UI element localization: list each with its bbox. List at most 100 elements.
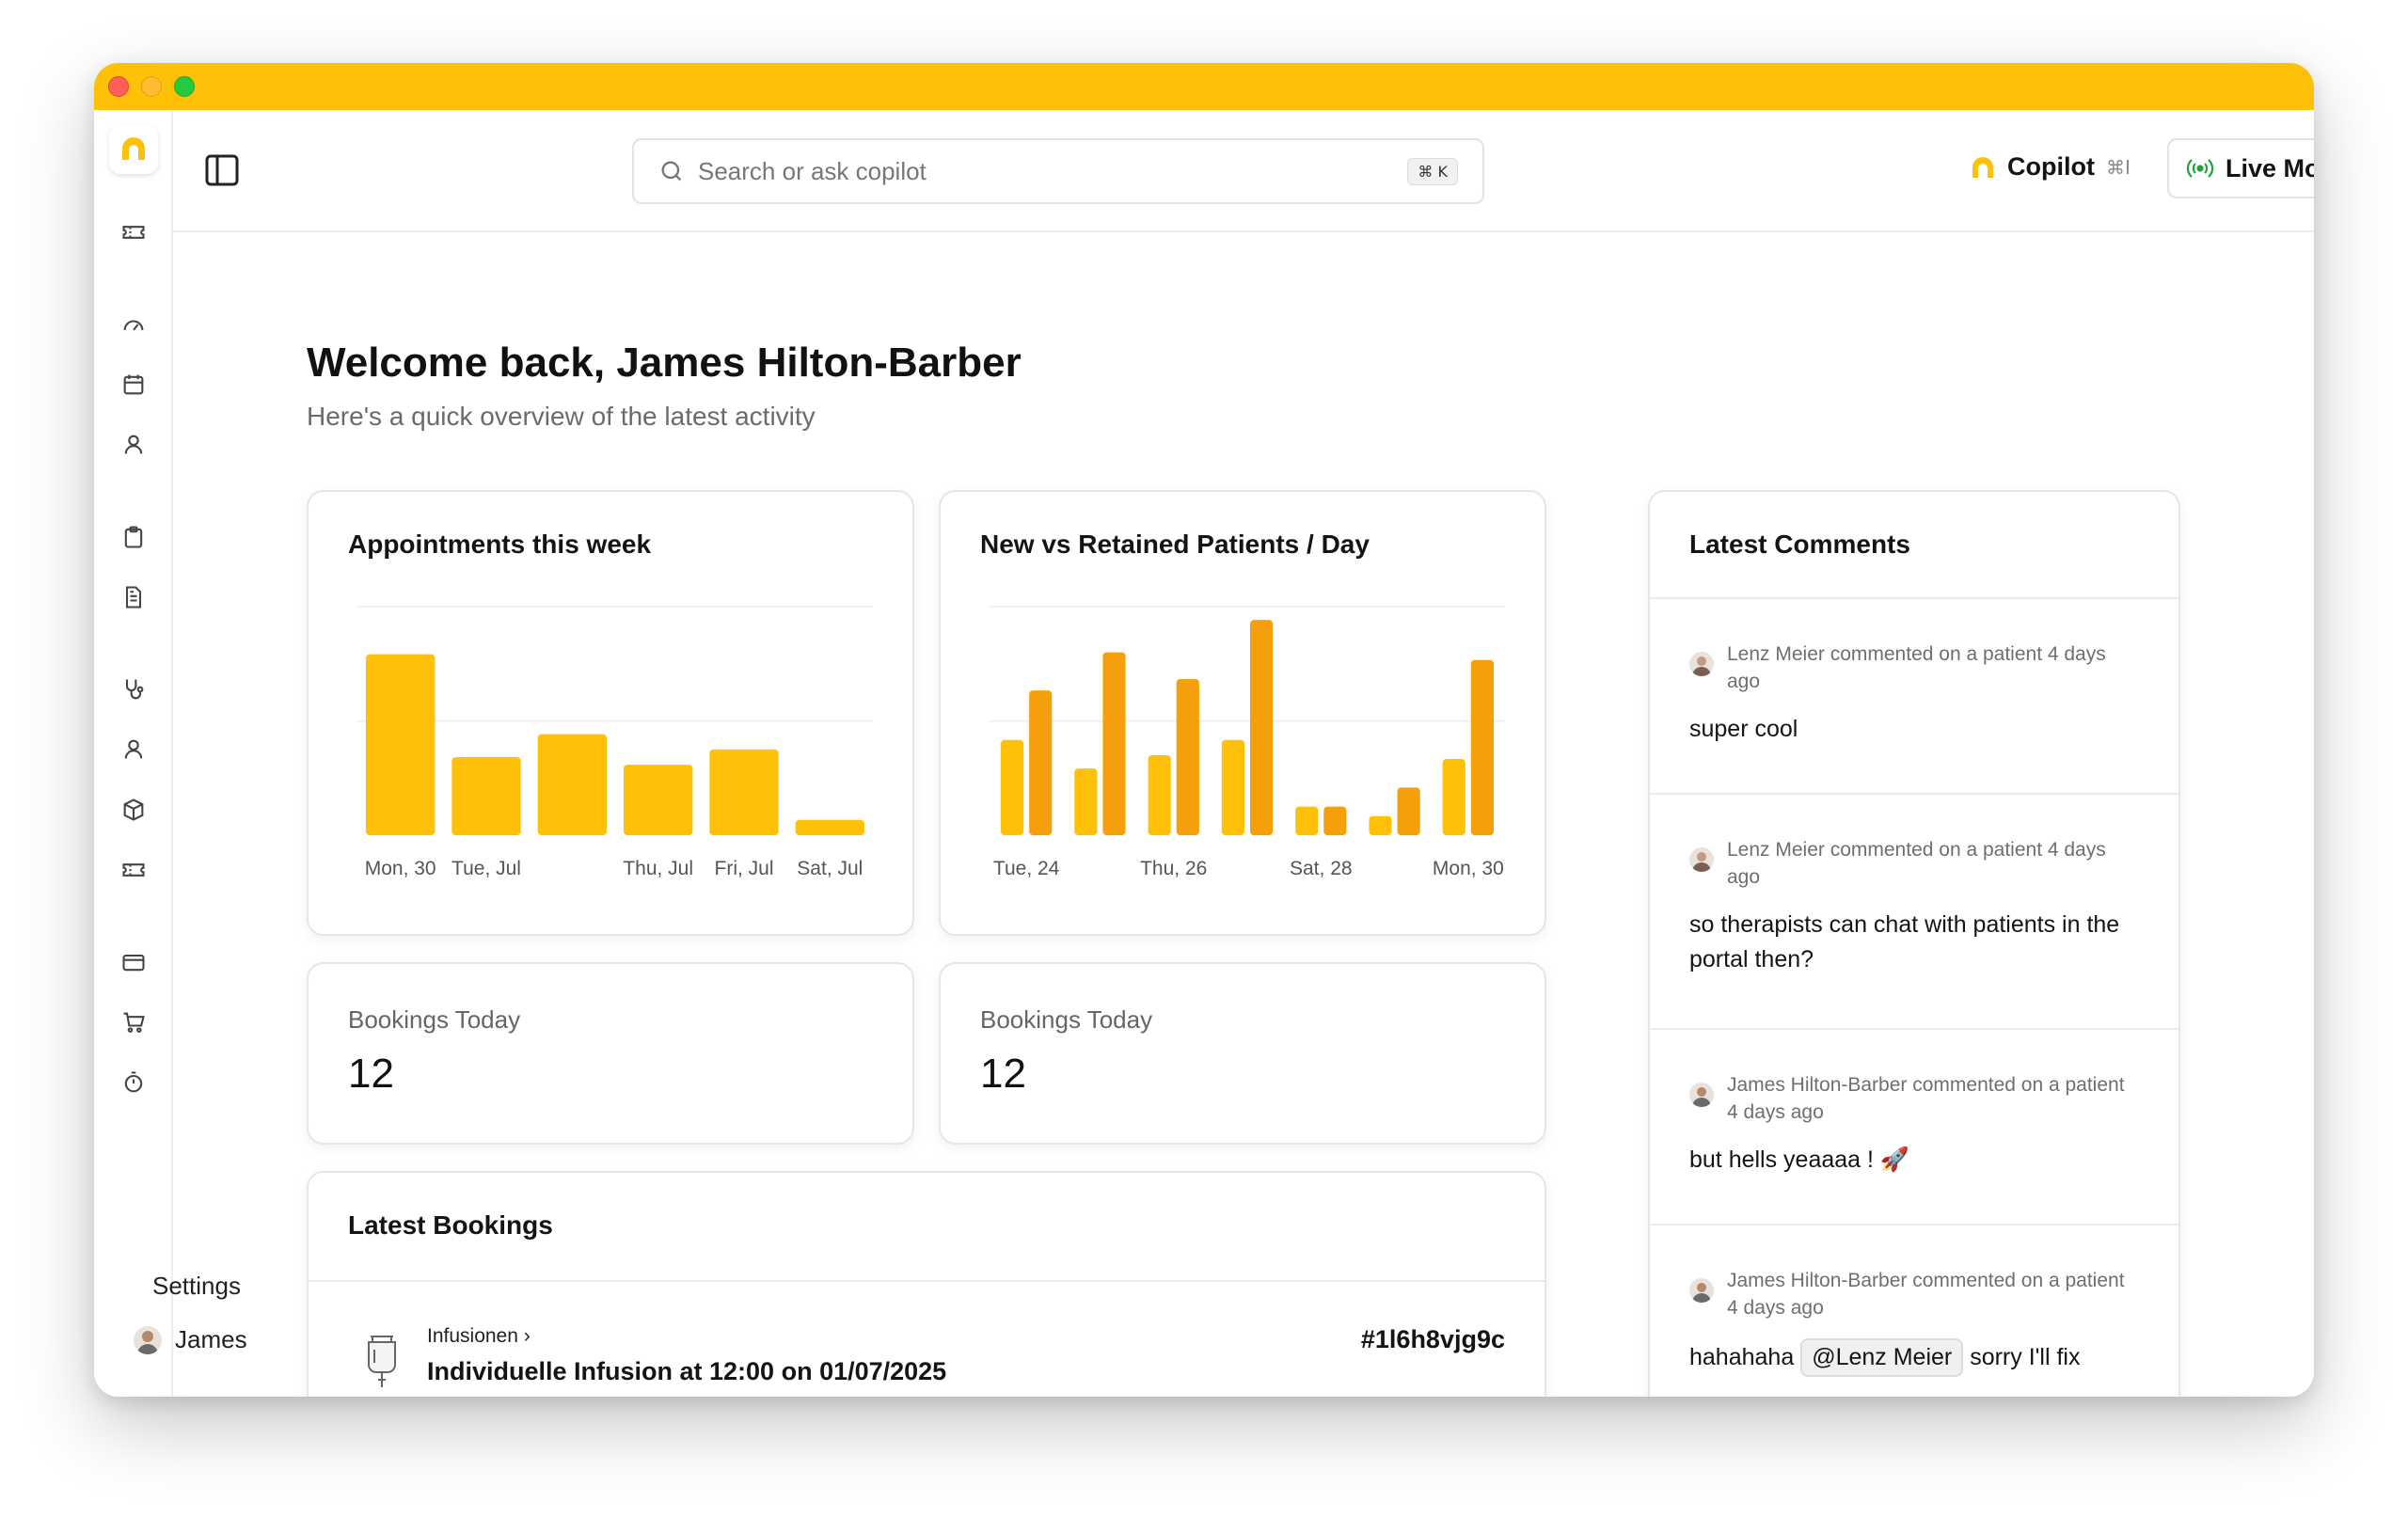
clipboard-icon[interactable]: [120, 524, 147, 550]
stethoscope-icon[interactable]: [120, 676, 147, 703]
comment-item[interactable]: James Hilton-Barber commented on a patie…: [1650, 1225, 2178, 1397]
bar[interactable]: [366, 654, 436, 835]
avatar: [1689, 1278, 1714, 1303]
avatar: [134, 1325, 162, 1354]
bar[interactable]: [1323, 806, 1347, 835]
comment-item[interactable]: Lenz Meier commented on a patient 4 days…: [1650, 795, 2178, 1030]
avatar: [1689, 1083, 1714, 1107]
booking-title: Individuelle Infusion at 12:00 on 01/07/…: [427, 1357, 947, 1385]
retained-bar-chart: Tue, 24 Thu, 26 Sat, 28 Mon, 30: [990, 606, 1505, 879]
comment-body: super cool: [1689, 716, 1798, 742]
booking-id: #1l6h8vjg9c: [1360, 1325, 1505, 1353]
comment-body: so therapists can chat with patients in …: [1689, 911, 2120, 972]
tick-label: Mon, 30: [365, 858, 436, 879]
app-window: Settings James ⌘ K Copilot ⌘I Live Mode: [94, 63, 2314, 1397]
bar[interactable]: [1250, 620, 1274, 835]
close-window-button[interactable]: [108, 76, 129, 97]
copilot-icon: [1972, 156, 1993, 178]
package-icon[interactable]: [120, 797, 147, 823]
mention-chip[interactable]: @Lenz Meier: [1800, 1338, 1964, 1377]
retained-chart-card: New vs Retained Patients / Day Tue, 24 Th…: [939, 490, 1546, 936]
cart-icon[interactable]: [120, 1009, 147, 1036]
bar[interactable]: [1176, 678, 1199, 835]
tick-label: Thu, Jul: [623, 858, 693, 879]
live-mode-label: Live Mode: [2225, 153, 2314, 182]
zoom-window-button[interactable]: [174, 76, 195, 97]
bar[interactable]: [1470, 659, 1494, 835]
gauge-icon[interactable]: [120, 311, 147, 338]
sidebar-toggle-icon[interactable]: [203, 151, 241, 189]
comments-header: Latest Comments: [1650, 492, 2178, 599]
credit-card-icon[interactable]: [120, 949, 147, 975]
comment-author: Lenz Meier commented on a patient 4 days…: [1727, 643, 2106, 692]
app-logo[interactable]: [109, 125, 158, 174]
comment-text: hahahaha: [1689, 1344, 1795, 1370]
tick-label: Sat, 28: [1290, 858, 1353, 879]
logo-icon: [122, 137, 145, 160]
bar[interactable]: [1295, 806, 1319, 835]
stat-value: 12: [348, 1051, 394, 1097]
appointments-bar-chart: Mon, 30 Tue, Jul Thu, Jul Fri, Jul Sat, Jul: [357, 606, 873, 879]
document-icon[interactable]: [120, 584, 147, 610]
copilot-button[interactable]: Copilot ⌘I: [1970, 152, 2131, 182]
bar[interactable]: [1074, 768, 1098, 835]
bar[interactable]: [1102, 652, 1126, 835]
page-subtitle: Here's a quick overview of the latest ac…: [307, 402, 816, 431]
comment-text: sorry I'll fix: [1970, 1344, 2081, 1370]
appointments-chart-card: Appointments this week Mon, 30 Tue, Jul Th…: [307, 490, 914, 936]
live-mode-button[interactable]: Live Mode: [2167, 138, 2314, 198]
live-broadcast-icon: [2186, 159, 2214, 178]
copilot-shortcut: ⌘I: [2105, 155, 2131, 179]
comment-author: James Hilton-Barber commented on a patie…: [1727, 1270, 2125, 1319]
search-input[interactable]: [698, 156, 1408, 186]
bar[interactable]: [452, 756, 521, 835]
latest-comments-title: Latest Comments: [1689, 530, 1910, 559]
infusion-bag-icon: [368, 1336, 396, 1387]
bar[interactable]: [1221, 739, 1244, 835]
ticket-icon[interactable]: [120, 857, 147, 883]
bar[interactable]: [709, 749, 779, 835]
bookings-today-card: Bookings Today 12: [939, 962, 1546, 1145]
title-bar: [94, 63, 2314, 110]
avatar: [1689, 847, 1714, 872]
latest-bookings-card: Latest Bookings Infusionen › Individuell…: [307, 1171, 1546, 1397]
timer-icon[interactable]: [120, 1069, 147, 1096]
bar[interactable]: [795, 819, 864, 835]
stat-label: Bookings Today: [348, 1005, 521, 1034]
latest-bookings-title: Latest Bookings: [348, 1210, 553, 1240]
bookings-today-card: Bookings Today 12: [307, 962, 914, 1145]
comment-body: hahahaha @Lenz Meier sorry I'll fix: [1689, 1338, 2160, 1377]
comment-author: Lenz Meier commented on a patient 4 days…: [1727, 839, 2106, 888]
bar[interactable]: [1029, 690, 1053, 835]
tick-label: Tue, 24: [993, 858, 1060, 879]
top-bar: ⌘ K Copilot ⌘I Live Mode: [173, 110, 2314, 232]
comment-item[interactable]: Lenz Meier commented on a patient 4 days…: [1650, 599, 2178, 795]
bar[interactable]: [1369, 815, 1392, 835]
tick-label: Mon, 30: [1433, 858, 1504, 879]
bar[interactable]: [624, 765, 693, 835]
bar[interactable]: [537, 734, 607, 835]
sidebar: [94, 110, 173, 1397]
minimize-window-button[interactable]: [141, 76, 162, 97]
divider: [309, 1280, 1545, 1282]
comment-author: James Hilton-Barber commented on a patie…: [1727, 1074, 2125, 1123]
booking-category-link[interactable]: Infusionen ›: [427, 1325, 531, 1348]
bar[interactable]: [1001, 739, 1024, 835]
bar[interactable]: [1397, 787, 1420, 835]
user-icon[interactable]: [120, 736, 147, 763]
stat-value: 12: [980, 1051, 1026, 1097]
comment-item[interactable]: James Hilton-Barber commented on a patie…: [1650, 1030, 2178, 1225]
calendar-icon[interactable]: [120, 372, 147, 398]
search-bar[interactable]: ⌘ K: [632, 138, 1484, 204]
main-content: Welcome back, James Hilton-Barber Here's…: [173, 234, 2314, 1397]
ticket-icon[interactable]: [120, 219, 147, 245]
bar[interactable]: [1148, 754, 1171, 835]
stat-label: Bookings Today: [980, 1005, 1153, 1034]
page-title: Welcome back, James Hilton-Barber: [307, 340, 1022, 386]
bar[interactable]: [1442, 759, 1465, 835]
user-icon[interactable]: [120, 432, 147, 458]
search-icon: [661, 161, 682, 182]
tick-label: Fri, Jul: [715, 858, 774, 879]
latest-comments-card: Latest Comments Lenz Meier commented on …: [1648, 490, 2180, 1397]
tick-label: Sat, Jul: [797, 858, 863, 879]
